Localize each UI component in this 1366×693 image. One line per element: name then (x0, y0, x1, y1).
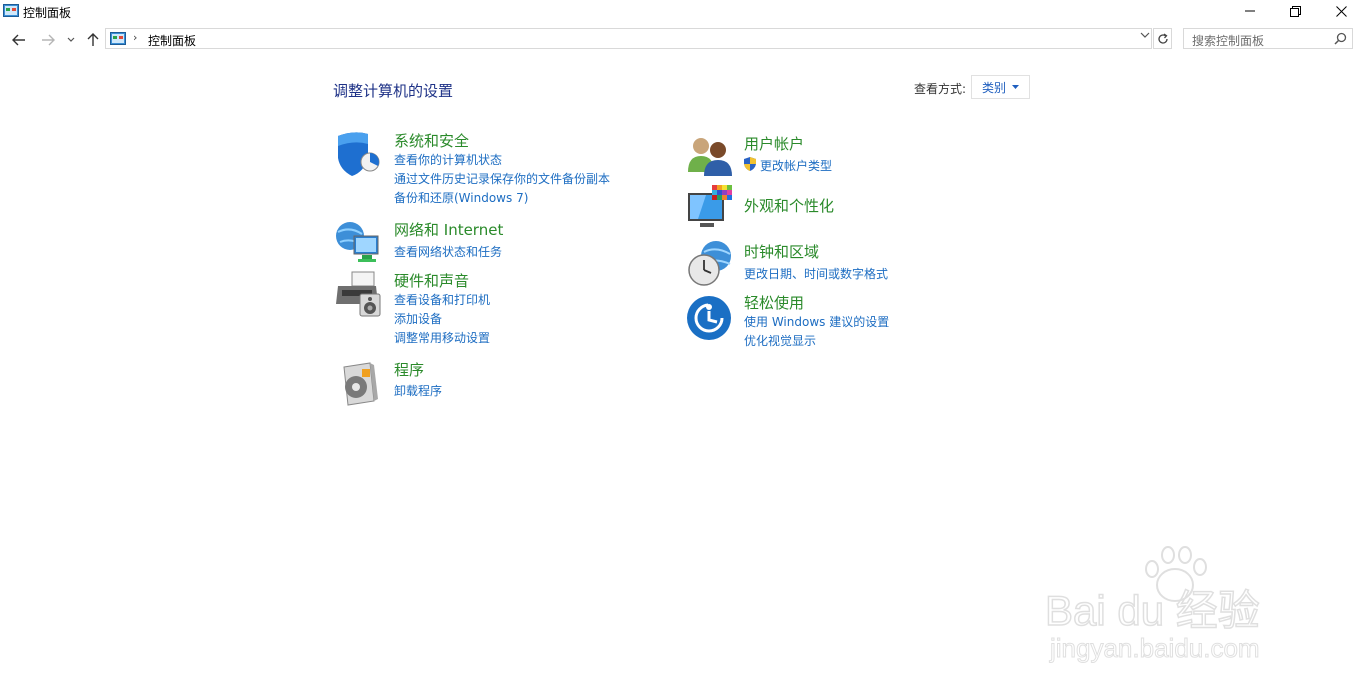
address-dropdown-button[interactable] (1140, 31, 1150, 42)
category-title-programs[interactable]: 程序 (394, 359, 424, 380)
baidu-watermark-logo: Bai du 经验 jingyan.baidu.com (1044, 546, 1261, 664)
link-mobility-settings[interactable]: 调整常用移动设置 (394, 329, 490, 346)
category-clock-region: 时钟和区域 更改日期、时间或数字格式 (686, 240, 1006, 288)
up-button[interactable] (84, 30, 102, 50)
link-optimize-visual-display[interactable]: 优化视觉显示 (744, 332, 816, 349)
chevron-down-icon (67, 37, 75, 42)
back-arrow-icon (12, 34, 25, 46)
category-programs: 程序 卸载程序 (334, 359, 654, 407)
view-by-value[interactable]: 类别 (982, 79, 1006, 96)
up-arrow-icon (87, 33, 99, 46)
link-windows-recommended-settings[interactable]: 使用 Windows 建议的设置 (744, 313, 889, 330)
category-appearance: 外观和个性化 (686, 185, 1006, 233)
category-title-system-security[interactable]: 系统和安全 (394, 130, 469, 151)
minimize-button[interactable] (1227, 0, 1273, 22)
breadcrumb-control-panel[interactable]: 控制面板 (148, 32, 196, 49)
link-devices-printers[interactable]: 查看设备和打印机 (394, 291, 490, 308)
search-placeholder[interactable]: 搜索控制面板 (1192, 32, 1264, 49)
printer-speaker-icon[interactable] (334, 270, 382, 318)
restore-button[interactable] (1272, 0, 1318, 22)
view-by-label: 查看方式: (914, 82, 967, 96)
link-uninstall-program[interactable]: 卸载程序 (394, 382, 442, 399)
control-panel-icon (3, 4, 19, 17)
uac-shield-icon (744, 157, 756, 171)
category-title-clock-region[interactable]: 时钟和区域 (744, 241, 819, 262)
category-title-hardware-sound[interactable]: 硬件和声音 (394, 270, 469, 291)
link-network-status[interactable]: 查看网络状态和任务 (394, 243, 502, 260)
category-title-network-internet[interactable]: 网络和 Internet (394, 219, 503, 240)
category-user-accounts: 用户帐户 更改帐户类型 (686, 132, 1006, 180)
category-system-security: 系统和安全 查看你的计算机状态 通过文件历史记录保存你的文件备份副本 备份和还原… (334, 130, 654, 210)
address-bar[interactable]: › 控制面板 (105, 28, 1152, 49)
link-add-device[interactable]: 添加设备 (394, 310, 442, 327)
back-button[interactable] (9, 30, 29, 50)
forward-button[interactable] (38, 30, 58, 50)
programs-disc-icon[interactable] (334, 359, 382, 407)
ease-of-access-icon[interactable] (686, 292, 734, 340)
view-by-dropdown[interactable]: 类别 (971, 75, 1030, 99)
category-ease-of-access: 轻松使用 使用 Windows 建议的设置 优化视觉显示 (686, 292, 1006, 352)
users-icon[interactable] (686, 132, 734, 180)
category-network-internet: 网络和 Internet 查看网络状态和任务 (334, 218, 654, 266)
watermark-brand: Bai du 经验 (1045, 587, 1260, 634)
category-hardware-sound: 硬件和声音 查看设备和打印机 添加设备 调整常用移动设置 (334, 270, 654, 350)
restore-icon (1289, 5, 1301, 17)
forward-arrow-icon (42, 34, 55, 46)
shield-icon[interactable] (334, 130, 382, 178)
close-icon (1335, 5, 1347, 17)
refresh-icon (1157, 32, 1168, 44)
link-view-computer-status[interactable]: 查看你的计算机状态 (394, 151, 502, 168)
link-date-time-format[interactable]: 更改日期、时间或数字格式 (744, 265, 888, 282)
recent-locations-button[interactable] (64, 30, 78, 50)
refresh-button[interactable] (1153, 28, 1172, 49)
search-icon[interactable] (1334, 32, 1347, 45)
chevron-down-icon (1140, 32, 1150, 38)
search-box[interactable]: 搜索控制面板 (1183, 28, 1353, 49)
breadcrumb-separator[interactable]: › (133, 31, 137, 44)
page-title: 调整计算机的设置 (333, 82, 454, 100)
monitor-palette-icon[interactable] (686, 185, 734, 233)
link-file-history-backup[interactable]: 通过文件历史记录保存你的文件备份副本 (394, 170, 610, 187)
category-title-ease-of-access[interactable]: 轻松使用 (744, 292, 804, 313)
control-panel-icon (110, 32, 126, 45)
network-globe-icon[interactable] (334, 218, 382, 266)
minimize-icon (1245, 10, 1255, 12)
close-button[interactable] (1318, 0, 1364, 22)
category-title-user-accounts[interactable]: 用户帐户 (744, 133, 804, 154)
clock-globe-icon[interactable] (686, 240, 734, 288)
link-change-account-type[interactable]: 更改帐户类型 (760, 157, 832, 174)
category-title-appearance[interactable]: 外观和个性化 (744, 195, 834, 216)
link-backup-restore[interactable]: 备份和还原(Windows 7) (394, 189, 528, 206)
title-bar: 控制面板 (0, 0, 1366, 24)
window-title: 控制面板 (23, 6, 72, 20)
dropdown-arrow-icon (1012, 85, 1019, 89)
watermark-url: jingyan.baidu.com (1049, 633, 1260, 663)
